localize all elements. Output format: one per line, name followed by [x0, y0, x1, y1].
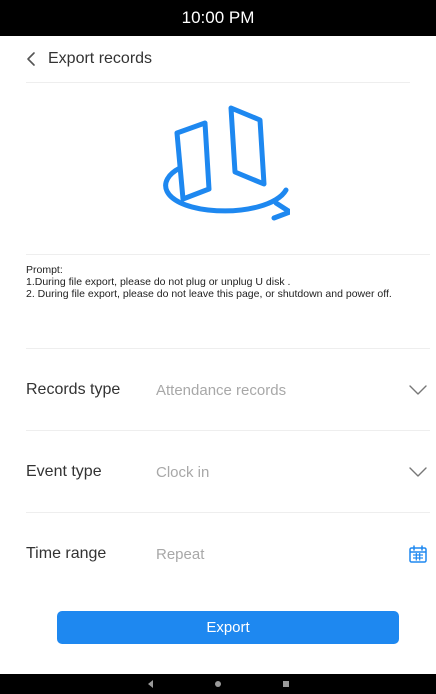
prompt-line-2: 2. During file export, please do not lea… — [26, 288, 392, 300]
event-type-value[interactable]: Clock in — [156, 464, 406, 481]
records-type-label: Records type — [26, 381, 121, 398]
nav-recent-apps-icon[interactable] — [282, 681, 289, 687]
event-type-label: Event type — [26, 463, 102, 480]
event-type-row[interactable]: Event type Clock in — [26, 430, 430, 513]
chevron-down-icon[interactable] — [406, 378, 430, 402]
status-bar: 10:00 PM — [0, 0, 436, 36]
records-type-value[interactable]: Attendance records — [156, 382, 406, 399]
back-chevron-icon[interactable] — [26, 49, 42, 69]
time-range-value[interactable]: Repeat — [156, 546, 406, 563]
prompt-heading: Prompt: — [26, 264, 63, 276]
export-button[interactable]: Export — [57, 611, 399, 644]
nav-home-icon[interactable] — [214, 681, 221, 687]
records-type-row[interactable]: Records type Attendance records — [26, 348, 430, 431]
header: Export records — [26, 36, 410, 83]
prompt-line-1: 1.During file export, please do not plug… — [26, 276, 291, 288]
calendar-icon[interactable] — [406, 542, 430, 566]
divider — [26, 254, 430, 255]
prompt-notice: Prompt: 1.During file export, please do … — [26, 264, 416, 300]
system-navigation-bar — [0, 674, 436, 694]
time-range-row[interactable]: Time range Repeat — [26, 512, 430, 595]
page-title: Export records — [48, 50, 153, 67]
status-time: 10:00 PM — [181, 8, 255, 27]
nav-back-icon[interactable] — [147, 680, 153, 688]
time-range-label: Time range — [26, 545, 107, 562]
export-transfer-icon — [150, 100, 293, 225]
chevron-down-icon[interactable] — [406, 460, 430, 484]
